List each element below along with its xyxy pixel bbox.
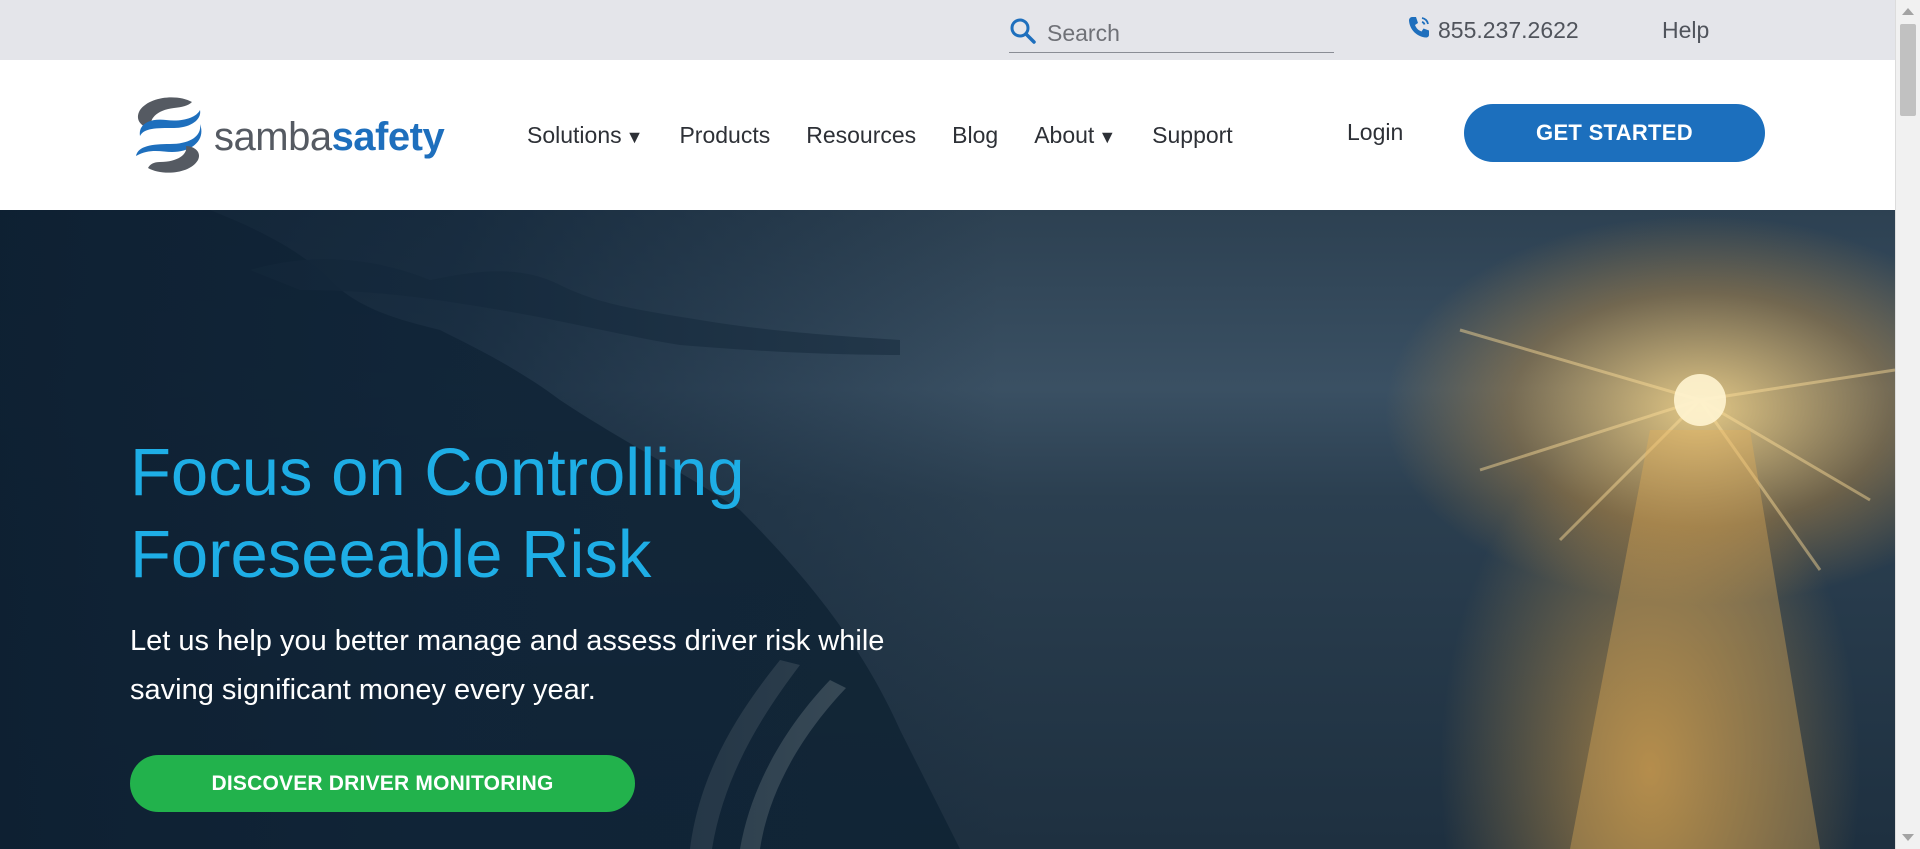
chevron-down-icon: ▼ [1098, 126, 1117, 147]
nav-products[interactable]: Products [679, 122, 770, 149]
main-nav: Solutions ▼ Products Resources Blog About… [527, 60, 1269, 210]
nav-resources[interactable]: Resources [806, 122, 916, 149]
nav-solutions-label: Solutions [527, 121, 622, 148]
hero-banner: Focus on Controlling Foreseeable Risk Le… [0, 210, 1895, 849]
nav-about[interactable]: About ▼ [1034, 122, 1116, 149]
get-started-button[interactable]: GET STARTED [1464, 104, 1765, 162]
nav-support-label: Support [1152, 121, 1233, 148]
nav-support[interactable]: Support [1152, 122, 1233, 149]
search-input[interactable] [1047, 19, 1317, 47]
logo-wordmark-safety: safety [331, 115, 445, 159]
nav-products-label: Products [679, 121, 771, 148]
logo-wordmark-samba: samba [214, 115, 332, 159]
samba-s-logo-icon [130, 94, 208, 181]
phone-number[interactable]: 855.237.2622 [1438, 17, 1579, 44]
scrollbar-thumb[interactable] [1900, 24, 1916, 116]
search-box[interactable] [1009, 14, 1334, 53]
hero-title: Focus on Controlling Foreseeable Risk [130, 432, 744, 596]
hero-title-line-2: Foreseeable Risk [130, 517, 652, 592]
nav-about-label: About [1034, 121, 1095, 148]
discover-driver-monitoring-button[interactable]: DISCOVER DRIVER MONITORING [130, 755, 635, 812]
page-scrollbar[interactable] [1895, 0, 1920, 849]
site-header: sambasafety Solutions ▼ Products Resource… [0, 60, 1895, 210]
nav-blog-label: Blog [952, 121, 999, 148]
scroll-up-arrow-icon[interactable] [1902, 8, 1914, 15]
scroll-down-arrow-icon[interactable] [1902, 834, 1914, 841]
chevron-down-icon: ▼ [625, 126, 644, 147]
sunrise-glow [1459, 328, 1895, 849]
phone-link[interactable]: 855.237.2622 [1406, 14, 1579, 46]
nav-solutions[interactable]: Solutions ▼ [527, 122, 643, 149]
phone-icon [1406, 14, 1438, 46]
hero-title-line-1: Focus on Controlling [130, 435, 745, 510]
logo-wordmark: sambasafety [214, 115, 445, 160]
help-link[interactable]: Help [1662, 14, 1709, 46]
search-icon[interactable] [1009, 17, 1037, 50]
nav-resources-label: Resources [806, 121, 917, 148]
login-link[interactable]: Login [1347, 119, 1403, 146]
utility-bar: 855.237.2622 Help [0, 0, 1895, 60]
nav-blog[interactable]: Blog [952, 122, 998, 149]
hero-subtitle: Let us help you better manage and assess… [130, 625, 885, 706]
logo[interactable]: sambasafety [130, 94, 445, 181]
